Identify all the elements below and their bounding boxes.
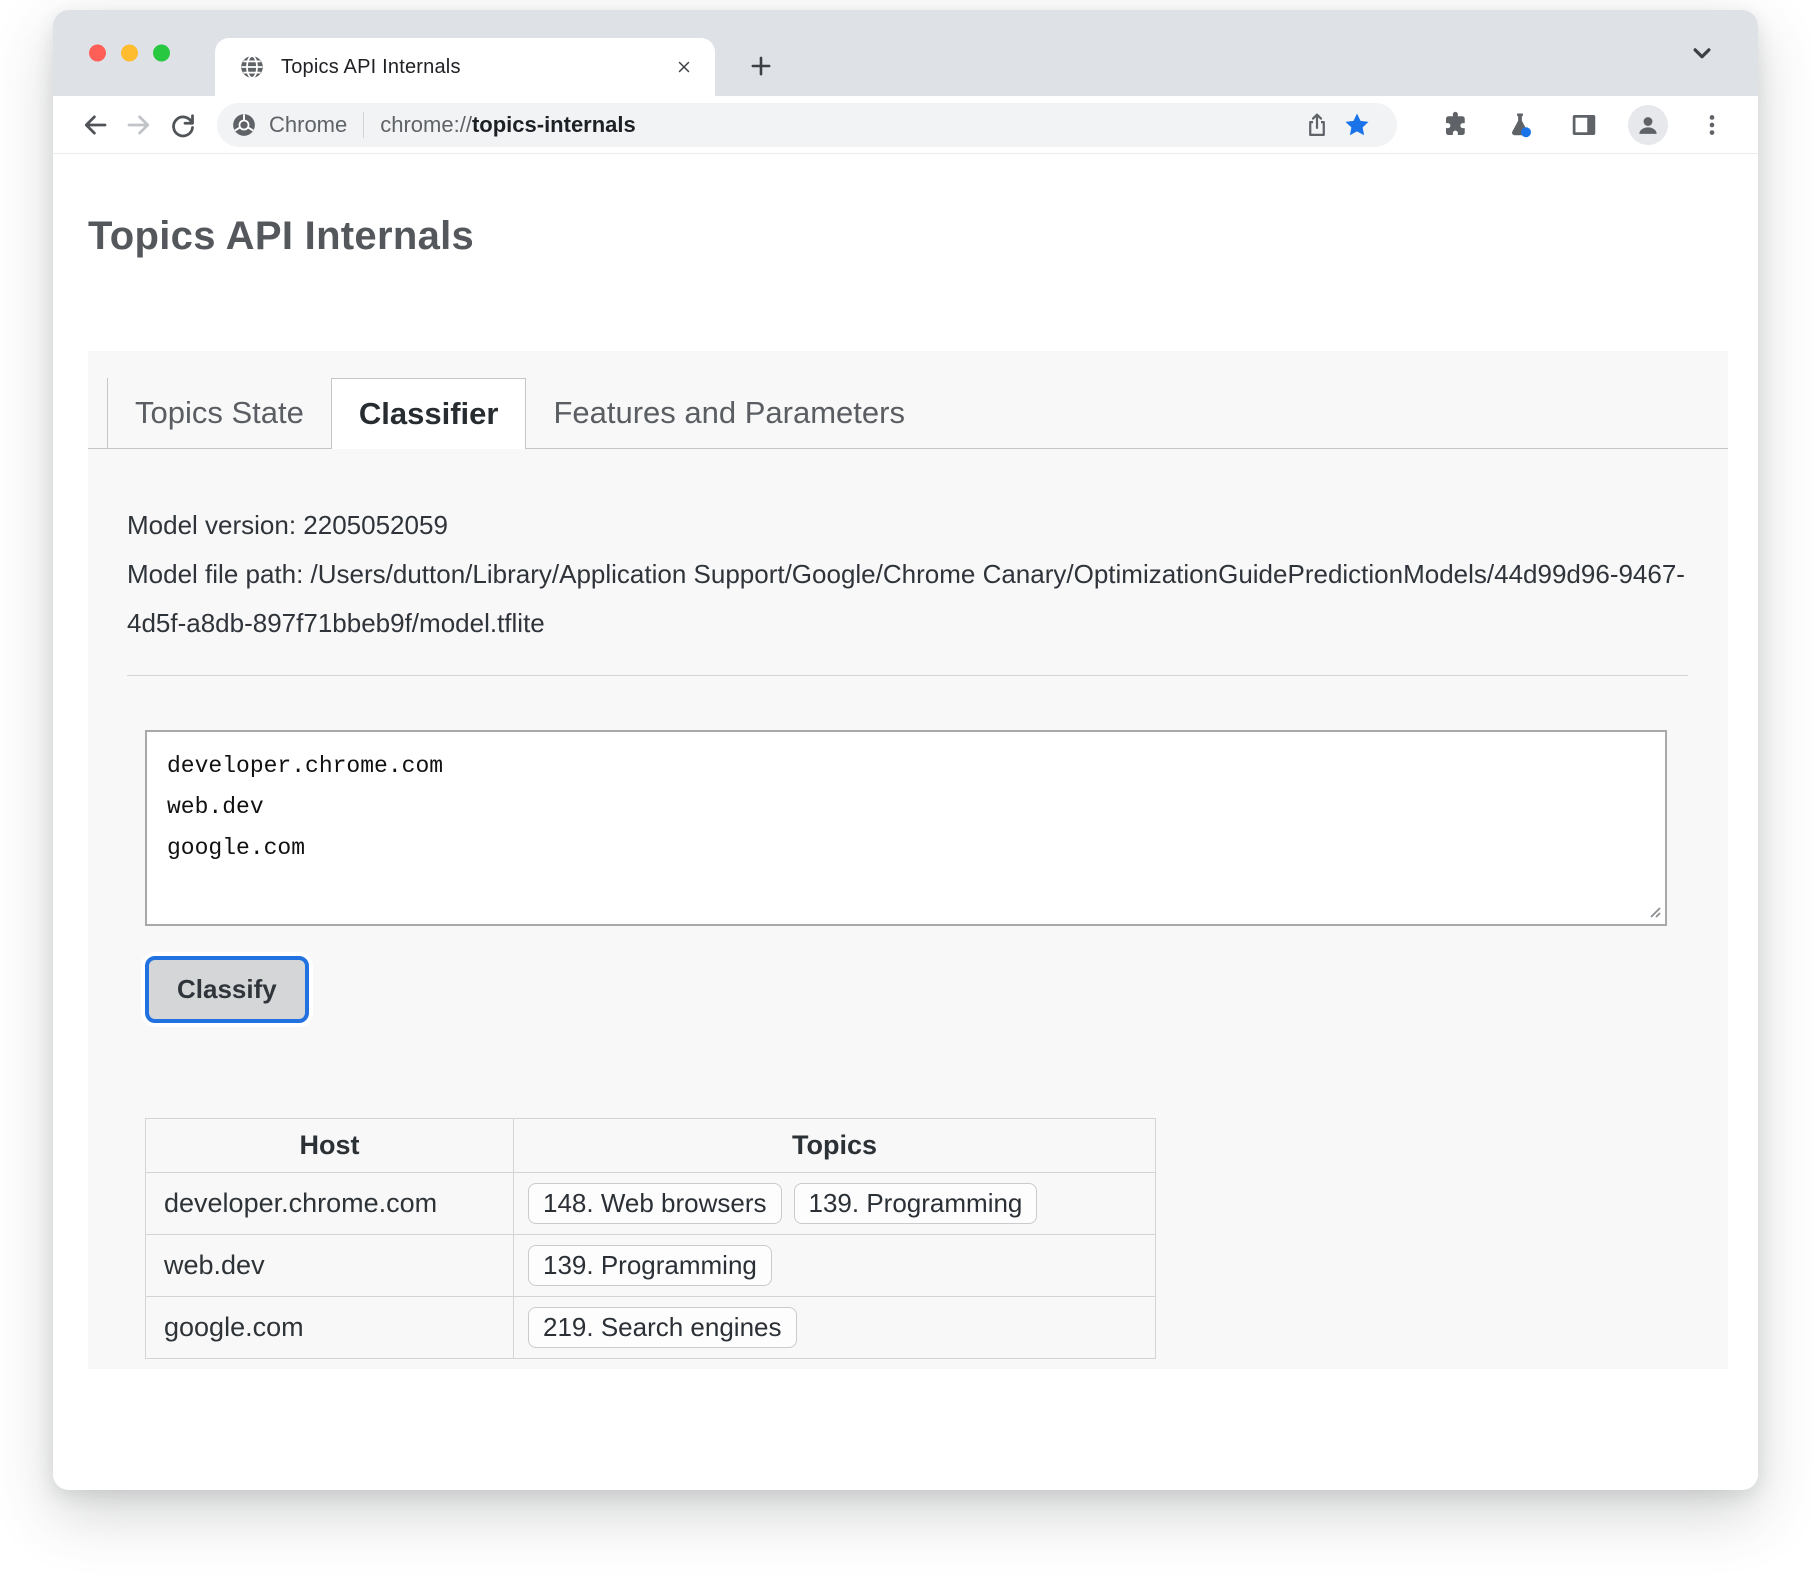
table-row: developer.chrome.com 148. Web browsers 139… [146,1173,1156,1235]
tab-close-icon[interactable] [669,52,699,82]
topics-cell: 148. Web browsers 139. Programming [514,1173,1156,1235]
page-content: Topics API Internals Topics State Classi… [53,214,1758,1490]
results-table-head: Host Topics [146,1119,1156,1173]
topic-chip: 148. Web browsers [528,1183,782,1224]
browser-tab-strip: Topics API Internals [53,10,1758,96]
topics-column-header: Topics [514,1119,1156,1173]
classifier-form: developer.chrome.com web.dev google.com … [145,730,1688,1359]
window-zoom-button[interactable] [153,45,170,62]
chrome-logo-icon [231,112,257,138]
window-close-button[interactable] [89,45,106,62]
globe-favicon-icon [239,54,265,80]
table-row: google.com 219. Search engines [146,1297,1156,1359]
topics-cell: 219. Search engines [514,1297,1156,1359]
url-text: chrome://topics-internals [380,112,636,138]
omnibox-separator [363,112,364,138]
tab-features-and-parameters[interactable]: Features and Parameters [526,378,932,448]
classification-results-table: Host Topics developer.chrome.com148. Web… [145,1118,1156,1359]
model-info: Model version: 2205052059 Model file pat… [127,501,1688,648]
back-button[interactable] [73,103,117,147]
section-divider [127,675,1688,676]
host-cell: developer.chrome.com [146,1173,514,1235]
address-bar[interactable]: Chrome chrome://topics-internals [217,103,1397,147]
hosts-input-wrap: developer.chrome.com web.dev google.com [145,730,1667,926]
tab-title: Topics API Internals [281,56,669,79]
browser-tab[interactable]: Topics API Internals [215,38,715,96]
forward-button[interactable] [117,103,161,147]
site-label: Chrome [269,112,347,138]
new-tab-button[interactable] [741,46,781,86]
internals-tab-panel: Topics State Classifier Features and Par… [88,351,1728,1369]
profile-avatar-icon[interactable] [1628,105,1668,145]
table-row: web.dev 139. Programming [146,1235,1156,1297]
kebab-menu-icon[interactable] [1692,105,1732,145]
header-row: Host Topics [146,1119,1156,1173]
hosts-input[interactable]: developer.chrome.com web.dev google.com [145,730,1667,926]
results-table-body: developer.chrome.com 148. Web browsers 139… [146,1173,1156,1359]
topics-cell: 139. Programming [514,1235,1156,1297]
classify-button[interactable]: Classify [145,956,309,1023]
tab-classifier[interactable]: Classifier [331,378,527,449]
extensions-puzzle-icon[interactable] [1436,105,1476,145]
url-host: topics-internals [472,112,636,137]
tab-topics-state[interactable]: Topics State [107,378,331,448]
topic-chip: 139. Programming [794,1183,1038,1224]
experiments-flask-icon[interactable] [1500,105,1540,145]
traffic-lights [89,45,170,62]
internals-tab-bar: Topics State Classifier Features and Par… [88,351,1728,449]
tab-search-chevron-icon[interactable] [1684,35,1720,71]
host-cell: web.dev [146,1235,514,1297]
page-title: Topics API Internals [88,214,1758,259]
bookmark-star-icon[interactable] [1337,105,1377,145]
url-scheme: chrome:// [380,112,472,137]
model-file-path-line: Model file path: /Users/dutton/Library/A… [127,550,1688,648]
model-version-line: Model version: 2205052059 [127,501,1688,550]
share-icon[interactable] [1297,105,1337,145]
topic-chip: 139. Programming [528,1245,772,1286]
browser-window: Topics API Internals [53,10,1758,1490]
toolbar-action-icons [1436,105,1738,145]
reload-button[interactable] [161,103,205,147]
browser-toolbar: Chrome chrome://topics-internals [53,96,1758,154]
host-cell: google.com [146,1297,514,1359]
classifier-panel: Model version: 2205052059 Model file pat… [88,449,1728,1359]
side-panel-icon[interactable] [1564,105,1604,145]
host-column-header: Host [146,1119,514,1173]
window-minimize-button[interactable] [121,45,138,62]
topic-chip: 219. Search engines [528,1307,797,1348]
